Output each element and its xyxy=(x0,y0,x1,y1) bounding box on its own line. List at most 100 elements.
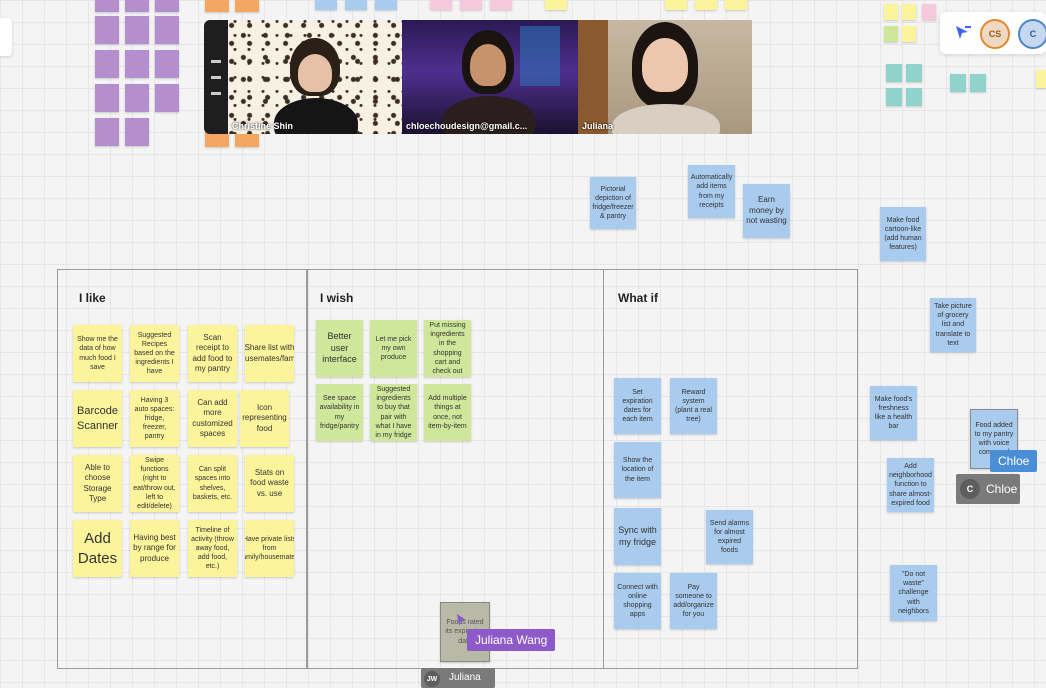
sticky-note[interactable] xyxy=(95,84,119,112)
sticky-note[interactable]: Send alarms for almost expired foods xyxy=(706,510,753,564)
sticky-note[interactable]: Have private lists from family/housemate… xyxy=(245,520,294,577)
sticky-note[interactable]: Make food's freshness like a health bar xyxy=(870,386,917,440)
sticky-note[interactable] xyxy=(235,0,259,12)
sticky-note[interactable] xyxy=(125,84,149,112)
sticky-note[interactable] xyxy=(950,74,966,92)
sticky-note[interactable] xyxy=(1036,70,1046,88)
sticky-note[interactable] xyxy=(155,16,179,44)
sticky-note[interactable]: Having 3 auto spaces: fridge, freezer, p… xyxy=(130,390,179,447)
sticky-note[interactable] xyxy=(125,50,149,78)
sticky-note[interactable]: Add multiple things at once, not item-by… xyxy=(424,384,471,441)
sticky-note[interactable] xyxy=(884,26,898,42)
sticky-note[interactable] xyxy=(155,0,179,12)
sticky-note[interactable]: Can add more customized spaces xyxy=(188,390,237,447)
sticky-note[interactable]: Sync with my fridge xyxy=(614,508,661,565)
sticky-note[interactable] xyxy=(95,16,119,44)
sticky-note[interactable]: Set expiration dates for each item xyxy=(614,378,661,434)
sticky-note[interactable]: Stats on food waste vs. use xyxy=(245,455,294,512)
sticky-note[interactable] xyxy=(665,0,687,10)
sticky-note[interactable]: Can split spaces into shelves, baskets, … xyxy=(188,455,237,512)
sticky-note[interactable] xyxy=(725,0,747,10)
sticky-note[interactable]: Barcode Scanner xyxy=(73,390,122,447)
sticky-note[interactable] xyxy=(315,0,337,10)
sticky-note[interactable] xyxy=(460,0,482,10)
sticky-note[interactable] xyxy=(545,0,567,10)
sticky-note[interactable] xyxy=(125,0,149,12)
gallery-view-icon[interactable] xyxy=(211,60,221,63)
collaborator-name: Juliana xyxy=(449,672,481,683)
sticky-note[interactable] xyxy=(902,4,916,20)
participant-face xyxy=(470,44,506,86)
cursor-arrow-icon xyxy=(456,613,468,632)
sticky-note[interactable] xyxy=(345,0,367,10)
sticky-note[interactable] xyxy=(906,64,922,82)
sticky-note[interactable]: Show me the data of how much food I save xyxy=(73,325,122,382)
sticky-note[interactable]: Add neighborhood function to share almos… xyxy=(887,458,934,512)
sticky-note[interactable] xyxy=(375,0,397,10)
sticky-note[interactable]: Able to choose Storage Type xyxy=(73,455,122,512)
sticky-note[interactable] xyxy=(695,0,717,10)
sticky-note[interactable] xyxy=(430,0,452,10)
collaborator-name: Chloe xyxy=(986,482,1018,496)
sticky-note[interactable]: Pay someone to add/organize for you xyxy=(670,573,717,629)
sticky-note[interactable]: Suggested ingredients to buy that pair w… xyxy=(370,384,417,441)
sticky-note[interactable] xyxy=(886,64,902,82)
sticky-note[interactable]: Automatically add items from my receipts xyxy=(688,165,735,218)
sticky-note[interactable] xyxy=(95,118,119,146)
left-toolbar-edge[interactable] xyxy=(0,18,12,56)
user-avatar: C xyxy=(960,479,980,499)
sticky-note[interactable] xyxy=(886,88,902,106)
board-canvas[interactable]: { "video_call": { "participants": [ {"na… xyxy=(0,0,1046,688)
sticky-note[interactable] xyxy=(884,4,898,20)
video-tile[interactable]: Juliana xyxy=(578,20,752,134)
sticky-note[interactable]: Connect with online shopping apps xyxy=(614,573,661,629)
presence-bar: CS C xyxy=(940,12,1046,54)
sticky-note[interactable]: Let me pick my own produce xyxy=(370,320,417,377)
sticky-note[interactable] xyxy=(125,118,149,146)
sticky-note[interactable] xyxy=(490,0,512,10)
sticky-note[interactable] xyxy=(906,88,922,106)
sticky-note[interactable] xyxy=(970,74,986,92)
cursor-pointer-icon[interactable] xyxy=(954,24,972,47)
participant-face xyxy=(298,54,332,92)
sticky-note[interactable]: Suggested Recipes based on the ingredien… xyxy=(130,325,179,382)
sticky-note[interactable]: "Do not waste" challenge with neighbors xyxy=(890,565,937,621)
sticky-note[interactable]: Having best by range for produce xyxy=(130,520,179,577)
background-door xyxy=(578,20,608,134)
background-shelf xyxy=(520,26,560,86)
sticky-note[interactable]: Put missing ingredients in the shopping … xyxy=(424,320,471,377)
sticky-note[interactable]: Take picture of grocery list and transla… xyxy=(930,298,976,352)
user-avatar[interactable]: CS xyxy=(980,19,1010,49)
participant-face xyxy=(642,38,688,92)
sticky-note[interactable] xyxy=(95,50,119,78)
video-tile[interactable]: Christine Shin xyxy=(228,20,402,134)
sticky-note[interactable]: Timeline of activity (throw away food, a… xyxy=(188,520,237,577)
sticky-note[interactable]: Earn money by not wasting xyxy=(743,184,790,238)
sticky-note[interactable]: Add Dates xyxy=(73,520,122,577)
sticky-note[interactable]: Reward system (plant a real tree) xyxy=(670,378,717,434)
sticky-note[interactable]: Show the location of the item xyxy=(614,442,661,498)
sticky-note[interactable]: Make food cartoon-like (add human featur… xyxy=(880,207,926,261)
sticky-note[interactable]: Pictorial depiction of fridge/freezer & … xyxy=(590,177,636,229)
sticky-note[interactable]: See space availability in my fridge/pant… xyxy=(316,384,363,441)
sticky-note[interactable]: Swipe functions (right to eat/throw out,… xyxy=(130,455,179,512)
minimize-icon[interactable] xyxy=(211,92,221,95)
sticky-note[interactable] xyxy=(155,84,179,112)
participant-name: Christine Shin xyxy=(232,121,294,131)
sticky-note[interactable]: Share list with housemates/family xyxy=(245,325,294,382)
sticky-note[interactable]: Better user interface xyxy=(316,320,363,377)
user-avatar: JW xyxy=(424,671,440,687)
sticky-note[interactable]: Scan receipt to add food to my pantry xyxy=(188,325,237,382)
collaborator-cursor-label: Chloe xyxy=(990,450,1038,472)
sticky-note[interactable]: Icon representing food xyxy=(240,390,289,447)
user-avatar[interactable]: C xyxy=(1018,19,1046,49)
video-tile[interactable]: chloechoudesign@gmail.c... xyxy=(402,20,578,134)
sticky-note[interactable] xyxy=(125,16,149,44)
participant-body xyxy=(612,104,720,134)
sticky-note[interactable] xyxy=(922,4,936,20)
sticky-note[interactable] xyxy=(95,0,119,12)
sticky-note[interactable] xyxy=(205,0,229,12)
sticky-note[interactable] xyxy=(155,50,179,78)
sticky-note[interactable] xyxy=(902,26,916,42)
speaker-view-icon[interactable] xyxy=(211,76,221,79)
